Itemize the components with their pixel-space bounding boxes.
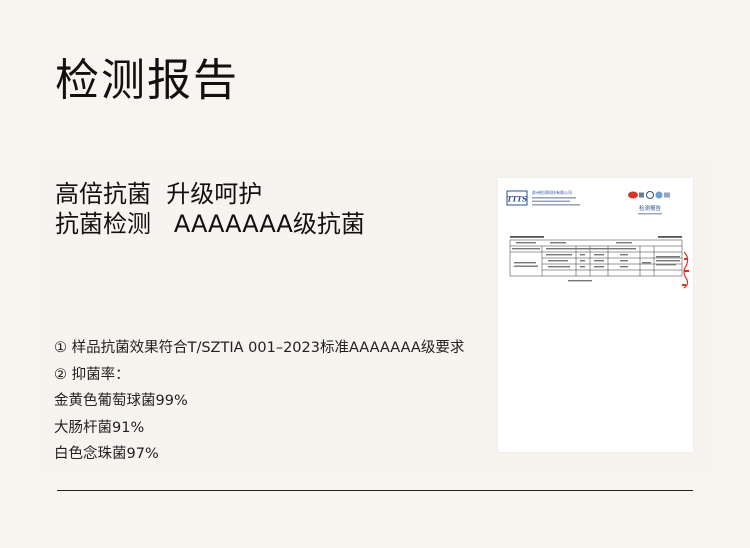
- report-badge: 检测报告: [639, 204, 662, 212]
- page-title: 检测报告: [55, 55, 239, 106]
- headline-line-2: 抗菌检测 AAAAAAA级抗菌: [55, 210, 365, 238]
- bottom-divider: [57, 490, 693, 491]
- lab-org-name: 苏州检测科技有限公司: [532, 189, 572, 195]
- results-table: [509, 239, 683, 277]
- lab-logo: TTTS: [506, 190, 528, 206]
- fact-rate-heading: ② 抑菌率：: [54, 366, 130, 383]
- report-document-graphic: TTTS 苏州检测科技有限公司 检测报告: [506, 189, 689, 289]
- lab-logo-text: TTTS: [507, 195, 527, 204]
- fact-staphylococcus: 金黄色葡萄球菌99%: [54, 393, 188, 410]
- fact-e-coli: 大肠杆菌91%: [54, 419, 145, 436]
- fact-candida: 白色念珠菌97%: [54, 446, 159, 463]
- certification-logos: [628, 191, 670, 199]
- test-result-list: ① 样品抗菌效果符合T/SZTIA 001–2023标准AAAAAAA级要求 ②…: [54, 338, 464, 471]
- seal-stamp: [682, 251, 689, 289]
- test-report-image: TTTS 苏州检测科技有限公司 检测报告: [498, 178, 693, 452]
- fact-standard: ① 样品抗菌效果符合T/SZTIA 001–2023标准AAAAAAA级要求: [54, 340, 465, 356]
